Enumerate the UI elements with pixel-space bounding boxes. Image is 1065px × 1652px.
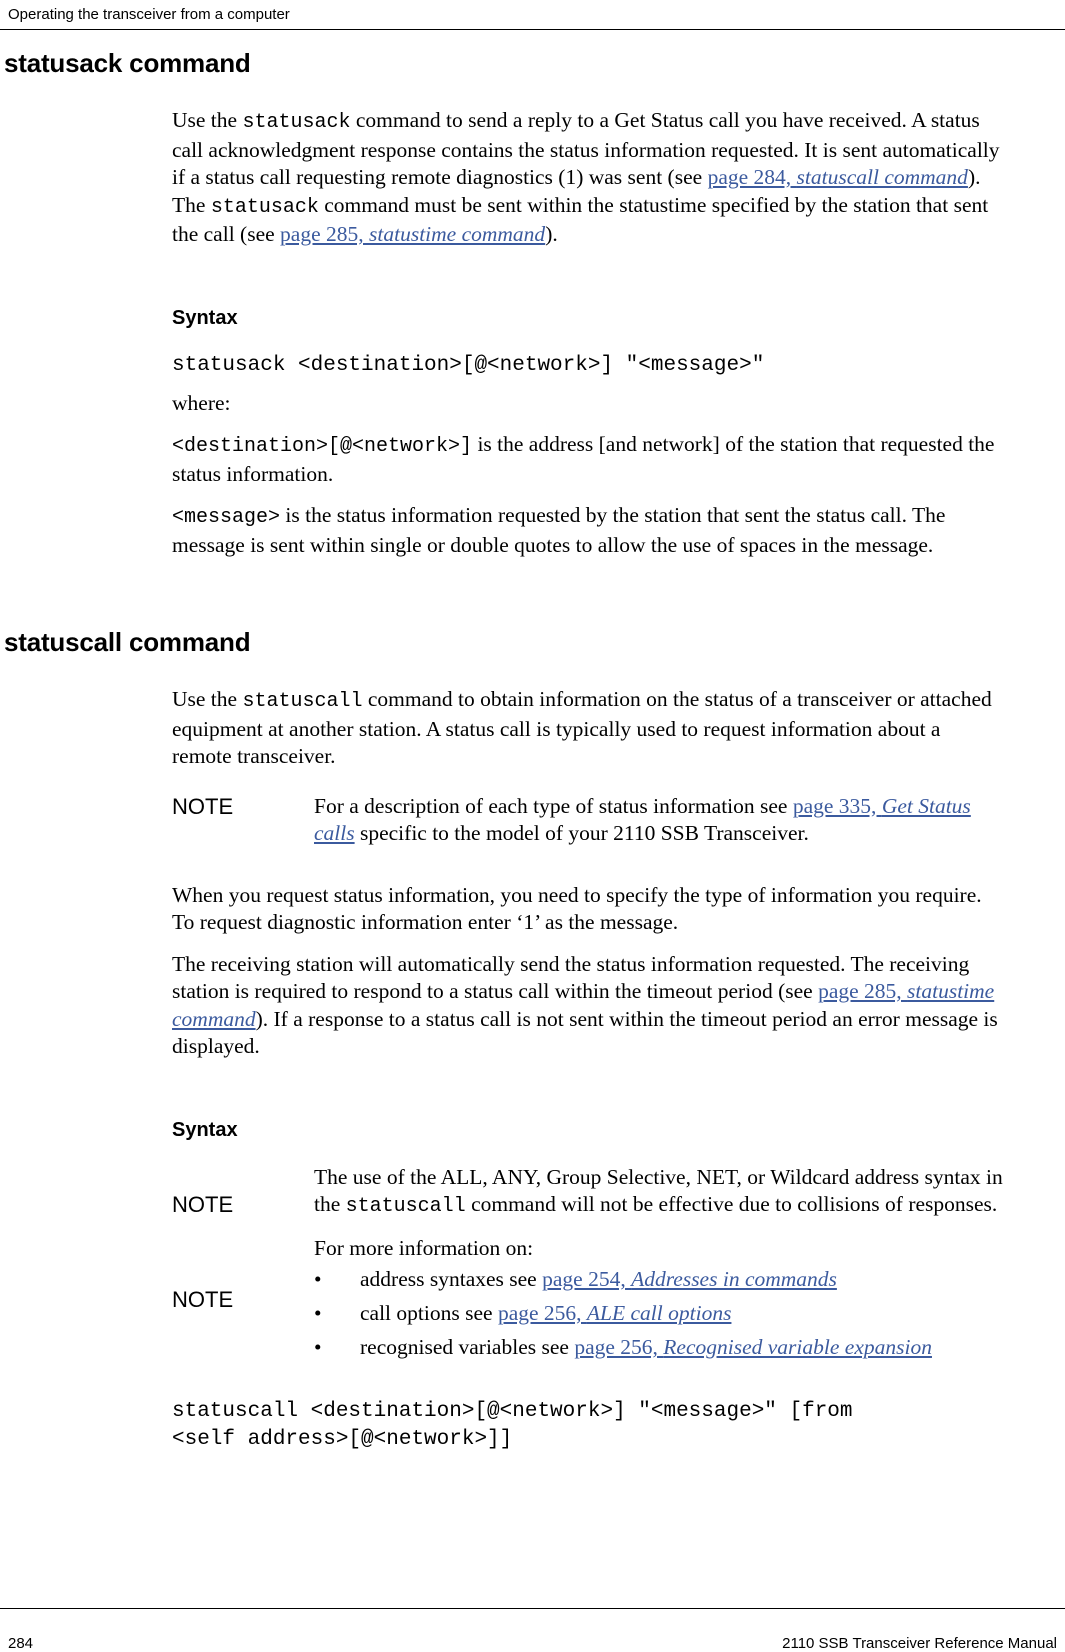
note-intro: For more information on: — [314, 1235, 534, 1260]
cross-reference-link[interactable]: page 254, — [542, 1267, 631, 1291]
statuscall-syntax-heading-block: Syntax — [172, 1119, 1003, 1142]
cross-reference-link[interactable]: page 284, — [708, 165, 797, 189]
cross-reference-link[interactable]: page 285, — [818, 979, 907, 1003]
footer-page-number: 284 — [8, 1635, 34, 1652]
cross-reference-link-title[interactable]: Addresses in commands — [631, 1267, 837, 1291]
statusack-intro-paragraph: Use the statusack command to send a repl… — [172, 107, 1003, 249]
note-bullet-list: • address syntaxes see page 254, Addresse… — [314, 1262, 1003, 1364]
text-run: specific to the model of your 2110 SSB T… — [354, 821, 809, 845]
text-run: Use the — [172, 108, 243, 132]
note-label: NOTE — [172, 793, 234, 819]
section-heading-statusack: statusack command — [4, 48, 251, 78]
syntax-code-statuscall-line1: statuscall <destination>[@<network>] "<m… — [172, 1400, 853, 1423]
bullet-icon: • — [314, 1267, 322, 1291]
inline-code: statuscall — [345, 1195, 466, 1218]
cross-reference-link-title[interactable]: statustime command — [369, 222, 545, 246]
statuscall-paragraph-response: The receiving station will automatically… — [172, 951, 1003, 1061]
page-content: statusack command Use the statusack comm… — [0, 48, 1065, 1454]
statusack-syntax-block: Syntax statusack <destination>[@<network… — [172, 307, 1003, 560]
footer-divider — [0, 1608, 1065, 1609]
text-run: ). If a response to a status call is not… — [172, 1006, 998, 1059]
bullet-icon: • — [314, 1335, 322, 1359]
list-item: • address syntaxes see page 254, Addresse… — [314, 1262, 1003, 1296]
note-text: For a description of each type of status… — [314, 793, 1003, 848]
cross-reference-link-title[interactable]: ALE call options — [587, 1301, 732, 1325]
footer-manual-title: 2110 SSB Transceiver Reference Manual — [782, 1635, 1057, 1652]
syntax-code-statusack: statusack <destination>[@<network>] "<me… — [172, 353, 765, 377]
inline-code: statuscall — [242, 690, 363, 713]
text-run: address syntaxes see — [360, 1267, 543, 1291]
cross-reference-link-title[interactable]: statuscall command — [797, 165, 968, 189]
header-divider — [0, 29, 1065, 30]
document-page: Operating the transceiver from a compute… — [0, 0, 1065, 1652]
cross-reference-link[interactable]: page 285, — [280, 222, 369, 246]
cross-reference-link[interactable]: page 256, — [498, 1301, 587, 1325]
bullet-icon: • — [314, 1301, 322, 1325]
note-label: NOTE — [172, 1286, 234, 1312]
where-label: where: — [172, 390, 231, 415]
list-item: • recognised variables see page 256, Reco… — [314, 1330, 1003, 1364]
statusack-param-message: <message> is the status information requ… — [172, 502, 1003, 559]
note-text: The use of the ALL, ANY, Group Selective… — [314, 1164, 1003, 1221]
text-run: is the status information requested by t… — [172, 503, 946, 557]
statuscall-para2-block: When you request status information, you… — [172, 882, 1003, 1061]
syntax-heading: Syntax — [172, 306, 238, 329]
text-run: recognised variables see — [360, 1335, 575, 1359]
inline-code: <message> — [172, 506, 281, 529]
text-run: ). — [545, 222, 558, 246]
statuscall-intro-paragraph: Use the statuscall command to obtain inf… — [172, 686, 1003, 771]
page-header: Operating the transceiver from a compute… — [8, 6, 1057, 23]
cross-reference-link[interactable]: page 256, — [574, 1335, 663, 1359]
cross-reference-link[interactable]: page 335, — [793, 794, 882, 818]
syntax-code-statuscall-line2: <self address>[@<network>]] — [172, 1428, 513, 1451]
inline-code: <destination>[@<network>] — [172, 435, 473, 458]
note-label: NOTE — [172, 1191, 234, 1217]
text-run: For a description of each type of status… — [314, 793, 793, 818]
statusack-intro-block: Use the statusack command to send a repl… — [172, 107, 1003, 249]
cross-reference-link-title[interactable]: Recognised variable expansion — [663, 1335, 932, 1359]
section-heading-statuscall: statuscall command — [4, 627, 251, 657]
inline-code: statusack — [242, 111, 351, 134]
header-title: Operating the transceiver from a compute… — [8, 6, 290, 23]
note-block-status-info: NOTE For a description of each type of s… — [172, 793, 1003, 848]
text-run: call options see — [360, 1301, 498, 1325]
statuscall-syntax-code-block: statuscall <destination>[@<network>] "<m… — [172, 1398, 1003, 1454]
note-text: For more information on: • address syntax… — [314, 1235, 1003, 1365]
statuscall-paragraph-request: When you request status information, you… — [172, 882, 982, 935]
inline-code: statusack — [210, 195, 319, 219]
text-run: command will not be effective due to col… — [465, 1192, 998, 1216]
statusack-param-destination: <destination>[@<network>] is the address… — [172, 431, 1003, 488]
statuscall-intro-block: Use the statuscall command to obtain inf… — [172, 686, 1003, 771]
text-run: Use the — [172, 687, 243, 711]
note-block-more-information: NOTE For more information on: • address s… — [172, 1235, 1003, 1365]
syntax-heading: Syntax — [172, 1118, 238, 1141]
list-item: • call options see page 256, ALE call opt… — [314, 1296, 1003, 1330]
note-block-address-syntax: NOTE The use of the ALL, ANY, Group Sele… — [172, 1164, 1003, 1221]
